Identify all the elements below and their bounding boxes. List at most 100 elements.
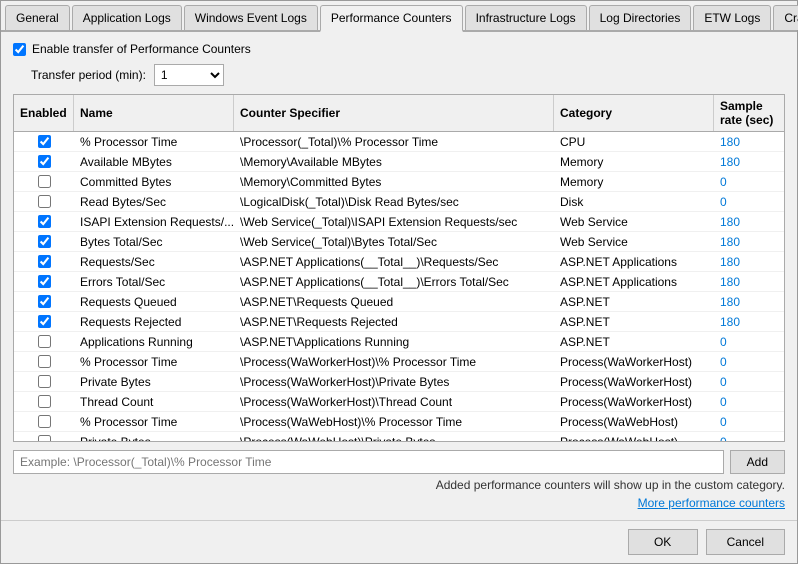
row-checkbox[interactable] (38, 195, 51, 208)
table-header: Enabled Name Counter Specifier Category … (14, 95, 784, 132)
row-checkbox[interactable] (38, 335, 51, 348)
table-row: Private Bytes\Process(WaWebHost)\Private… (14, 432, 784, 441)
cell-enabled[interactable] (14, 392, 74, 411)
tab-win-event-logs[interactable]: Windows Event Logs (184, 5, 318, 30)
cell-name: Thread Count (74, 392, 234, 411)
cell-category: ASP.NET (554, 292, 714, 311)
dialog: General Application Logs Windows Event L… (0, 0, 798, 564)
enable-row: Enable transfer of Performance Counters (13, 42, 785, 56)
row-checkbox[interactable] (38, 295, 51, 308)
table-row: Committed Bytes\Memory\Committed BytesMe… (14, 172, 784, 192)
row-checkbox[interactable] (38, 155, 51, 168)
cell-name: Committed Bytes (74, 172, 234, 191)
cell-enabled[interactable] (14, 352, 74, 371)
cell-category: ASP.NET Applications (554, 272, 714, 291)
tab-etw-logs[interactable]: ETW Logs (693, 5, 771, 30)
row-checkbox[interactable] (38, 415, 51, 428)
row-checkbox[interactable] (38, 215, 51, 228)
cell-rate: 180 (714, 132, 784, 151)
cell-rate: 180 (714, 232, 784, 251)
cell-enabled[interactable] (14, 312, 74, 331)
cell-category: Process(WaWorkerHost) (554, 372, 714, 391)
cell-category: CPU (554, 132, 714, 151)
cell-enabled[interactable] (14, 372, 74, 391)
table-row: Requests Rejected\ASP.NET\Requests Rejec… (14, 312, 784, 332)
tab-infra-logs[interactable]: Infrastructure Logs (465, 5, 587, 30)
table-row: Requests/Sec\ASP.NET Applications(__Tota… (14, 252, 784, 272)
cell-category: Process(WaWorkerHost) (554, 352, 714, 371)
cell-enabled[interactable] (14, 172, 74, 191)
cell-category: Web Service (554, 212, 714, 231)
cell-enabled[interactable] (14, 432, 74, 441)
perf-counters-table: Enabled Name Counter Specifier Category … (13, 94, 785, 442)
row-checkbox[interactable] (38, 375, 51, 388)
row-checkbox[interactable] (38, 235, 51, 248)
cell-specifier: \Memory\Available MBytes (234, 152, 554, 171)
col-rate: Sample rate (sec) (714, 95, 785, 131)
row-checkbox[interactable] (38, 395, 51, 408)
cell-name: % Processor Time (74, 412, 234, 431)
cell-name: % Processor Time (74, 132, 234, 151)
cell-enabled[interactable] (14, 252, 74, 271)
cell-enabled[interactable] (14, 292, 74, 311)
cell-category: ASP.NET Applications (554, 252, 714, 271)
table-row: Available MBytes\Memory\Available MBytes… (14, 152, 784, 172)
col-category: Category (554, 95, 714, 131)
cell-enabled[interactable] (14, 212, 74, 231)
row-checkbox[interactable] (38, 135, 51, 148)
table-row: Thread Count\Process(WaWorkerHost)\Threa… (14, 392, 784, 412)
row-checkbox[interactable] (38, 435, 51, 441)
row-checkbox[interactable] (38, 255, 51, 268)
cell-specifier: \Process(WaWebHost)\Private Bytes (234, 432, 554, 441)
cell-specifier: \ASP.NET Applications(__Total__)\Request… (234, 252, 554, 271)
add-button[interactable]: Add (730, 450, 785, 474)
cell-specifier: \Process(WaWebHost)\% Processor Time (234, 412, 554, 431)
tab-perf-counters[interactable]: Performance Counters (320, 5, 463, 32)
enable-label: Enable transfer of Performance Counters (32, 42, 251, 56)
cell-rate: 0 (714, 412, 784, 431)
cell-rate: 0 (714, 172, 784, 191)
cell-specifier: \ASP.NET\Requests Rejected (234, 312, 554, 331)
tab-app-logs[interactable]: Application Logs (72, 5, 182, 30)
add-counter-input[interactable] (13, 450, 724, 474)
cell-specifier: \ASP.NET\Applications Running (234, 332, 554, 351)
table-row: Errors Total/Sec\ASP.NET Applications(__… (14, 272, 784, 292)
cell-enabled[interactable] (14, 232, 74, 251)
cell-name: Applications Running (74, 332, 234, 351)
enable-checkbox[interactable] (13, 43, 26, 56)
ok-button[interactable]: OK (628, 529, 698, 555)
cell-rate: 180 (714, 252, 784, 271)
cell-specifier: \Memory\Committed Bytes (234, 172, 554, 191)
cell-rate: 0 (714, 332, 784, 351)
cell-enabled[interactable] (14, 412, 74, 431)
cell-category: Process(WaWebHost) (554, 412, 714, 431)
cell-rate: 0 (714, 192, 784, 211)
cell-category: Memory (554, 152, 714, 171)
transfer-row: Transfer period (min): 1 5 10 (13, 64, 785, 86)
col-specifier: Counter Specifier (234, 95, 554, 131)
cell-name: Requests Rejected (74, 312, 234, 331)
dialog-footer: OK Cancel (1, 520, 797, 563)
tab-log-dirs[interactable]: Log Directories (589, 5, 692, 30)
row-checkbox[interactable] (38, 275, 51, 288)
cell-name: ISAPI Extension Requests/... (74, 212, 234, 231)
row-checkbox[interactable] (38, 315, 51, 328)
cell-name: Available MBytes (74, 152, 234, 171)
more-link[interactable]: More performance counters (13, 496, 785, 510)
cell-category: ASP.NET (554, 312, 714, 331)
cell-rate: 180 (714, 152, 784, 171)
table-body[interactable]: % Processor Time\Processor(_Total)\% Pro… (14, 132, 784, 441)
row-checkbox[interactable] (38, 175, 51, 188)
transfer-period-label: Transfer period (min): (31, 68, 146, 82)
cell-enabled[interactable] (14, 192, 74, 211)
cancel-button[interactable]: Cancel (706, 529, 785, 555)
cell-enabled[interactable] (14, 332, 74, 351)
transfer-period-select[interactable]: 1 5 10 (154, 64, 224, 86)
cell-name: Requests/Sec (74, 252, 234, 271)
cell-enabled[interactable] (14, 272, 74, 291)
tab-crash-dumps[interactable]: Crash Dumps (773, 5, 798, 30)
cell-enabled[interactable] (14, 152, 74, 171)
cell-enabled[interactable] (14, 132, 74, 151)
tab-general[interactable]: General (5, 5, 70, 30)
row-checkbox[interactable] (38, 355, 51, 368)
